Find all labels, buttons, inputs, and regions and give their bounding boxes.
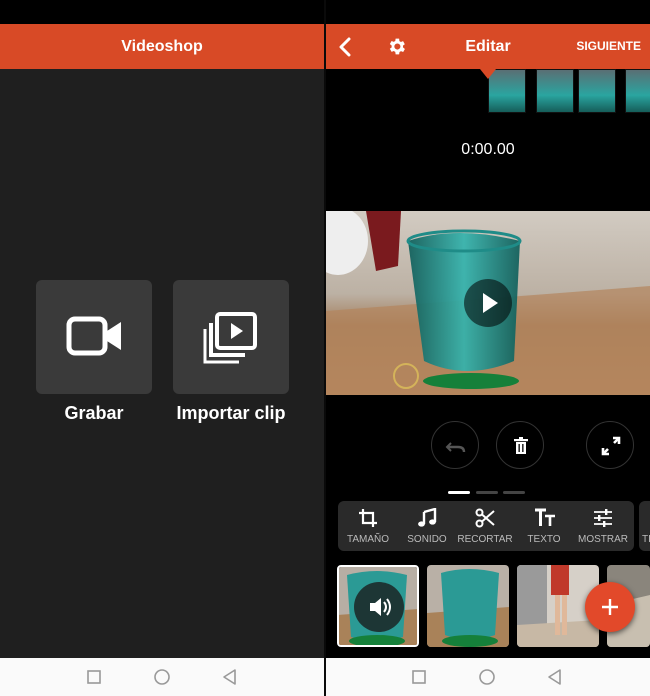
clip-1[interactable] [337,565,419,647]
circle-icon[interactable] [477,667,497,687]
sliders-icon [594,509,612,527]
system-nav-bar [0,658,324,696]
crop-icon [359,509,377,527]
tool-next-partial-label: TI [642,534,650,545]
tool-show[interactable]: MOSTRAR [574,501,632,551]
page-indicator [476,491,498,494]
home-screen: Videoshop Grabar Importar clip [0,0,324,696]
fullscreen-icon [601,436,621,456]
square-icon[interactable] [84,667,104,687]
status-bar [0,0,324,24]
tool-size[interactable]: TAMAÑO [339,501,397,551]
timeline-thumb [625,69,650,113]
tool-show-label: MOSTRAR [578,534,628,545]
system-nav-bar [326,658,650,696]
square-icon[interactable] [409,667,429,687]
timeline-thumbnails[interactable] [488,69,650,113]
clip-2[interactable] [427,565,509,647]
edit-screen: Editar SIGUIENTE 0:00.00 TAMAÑO SONIDO R… [326,0,650,696]
timeline-thumb [578,69,616,113]
play-button[interactable] [464,279,512,327]
tool-text[interactable]: TEXTO [515,501,573,551]
triangle-back-icon[interactable] [220,667,240,687]
tool-next-partial[interactable]: TI [639,501,650,551]
undo-icon [445,442,466,453]
record-button[interactable] [36,280,152,394]
scissors-icon [475,508,495,528]
tool-sound[interactable]: SONIDO [398,501,456,551]
music-note-icon [418,508,437,527]
next-button[interactable]: SIGUIENTE [576,24,641,69]
trash-icon [514,437,528,454]
playhead-pointer[interactable] [480,69,496,79]
volume-icon [370,598,391,616]
app-bar: Videoshop [0,24,324,69]
play-icon [483,293,498,313]
video-preview[interactable] [326,211,650,395]
circle-icon[interactable] [152,667,172,687]
edit-toolbar: TAMAÑO SONIDO RECORTAR TEXTO MOSTRAR [338,501,634,551]
page-indicator-active [448,491,470,494]
triangle-back-icon[interactable] [545,667,565,687]
fullscreen-button[interactable] [586,421,634,469]
clip-volume-button[interactable] [354,582,404,632]
import-clip-icon [203,312,257,364]
record-label: Grabar [64,403,124,423]
plus-icon [602,599,618,615]
timeline-thumb [536,69,574,113]
clip-2-thumb [427,565,509,647]
text-icon [535,508,555,526]
status-bar [326,0,650,24]
tool-trim[interactable]: RECORTAR [456,501,514,551]
add-clip-button[interactable] [585,582,635,632]
delete-button[interactable] [496,421,544,469]
app-title: Videoshop [121,38,203,55]
page-indicator [503,491,525,494]
import-clip-button[interactable] [173,280,289,394]
edit-app-bar: Editar SIGUIENTE [326,24,650,69]
video-camera-icon [66,316,121,356]
undo-button[interactable] [431,421,479,469]
timecode: 0:00.00 [461,141,515,158]
import-clip-label: Importar clip [176,403,286,423]
